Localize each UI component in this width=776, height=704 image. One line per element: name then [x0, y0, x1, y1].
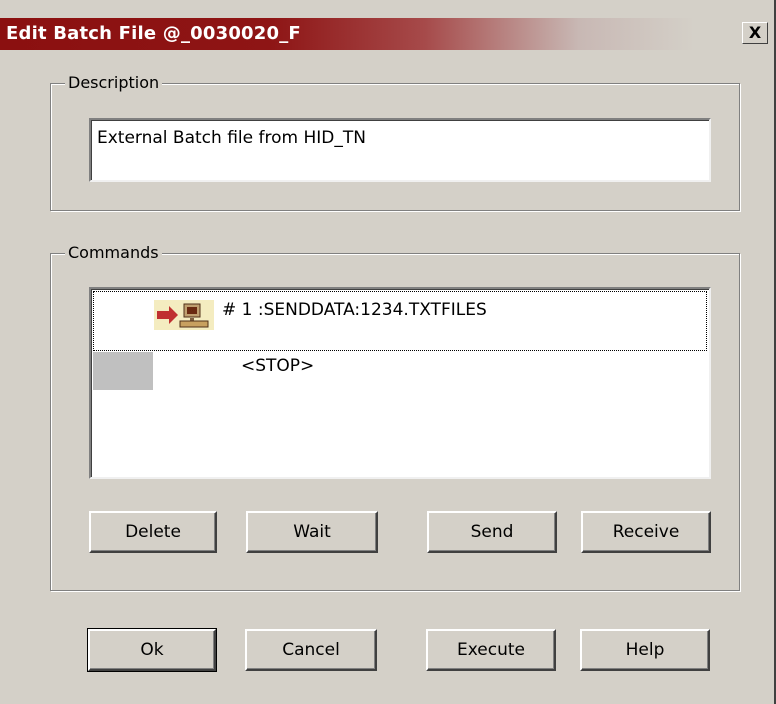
send-arrow-computer-icon	[154, 300, 214, 330]
list-item-gutter	[93, 352, 153, 390]
ok-button[interactable]: Ok	[87, 628, 217, 672]
receive-button-label: Receive	[612, 522, 680, 542]
execute-button-label: Execute	[457, 640, 525, 660]
send-button[interactable]: Send	[427, 511, 557, 553]
command-list-item-stop[interactable]: <STOP>	[241, 356, 314, 376]
commands-group-label: Commands	[65, 243, 162, 263]
command-item-text: # 1 :SENDDATA:1234.TXTFILES	[222, 300, 487, 320]
ok-button-label: Ok	[140, 640, 164, 660]
help-button[interactable]: Help	[580, 629, 710, 671]
help-button-label: Help	[625, 640, 665, 660]
edit-batch-file-dialog: Edit Batch File @_0030020_F X Descriptio…	[0, 0, 776, 704]
wait-button[interactable]: Wait	[246, 511, 378, 553]
execute-button[interactable]: Execute	[426, 629, 556, 671]
delete-button[interactable]: Delete	[89, 511, 217, 553]
description-value: External Batch file from HID_TN	[97, 128, 366, 148]
send-button-label: Send	[470, 522, 514, 542]
title-bar[interactable]: Edit Batch File @_0030020_F X	[0, 18, 772, 50]
description-group-label: Description	[65, 73, 163, 93]
commands-group: Commands # 1 :SENDDATA:1234.TXTFILES <ST…	[50, 243, 740, 591]
cancel-button[interactable]: Cancel	[245, 629, 377, 671]
close-button[interactable]: X	[742, 22, 768, 44]
cancel-button-label: Cancel	[282, 640, 340, 660]
commands-list[interactable]: # 1 :SENDDATA:1234.TXTFILES <STOP>	[89, 287, 711, 479]
description-group: Description External Batch file from HID…	[50, 73, 740, 211]
close-icon: X	[748, 23, 762, 42]
window-title: Edit Batch File @_0030020_F	[6, 23, 301, 44]
description-field[interactable]: External Batch file from HID_TN	[89, 118, 711, 182]
delete-button-label: Delete	[125, 522, 181, 542]
command-list-item-selected[interactable]: # 1 :SENDDATA:1234.TXTFILES	[93, 291, 707, 351]
wait-button-label: Wait	[293, 522, 331, 542]
receive-button[interactable]: Receive	[581, 511, 711, 553]
